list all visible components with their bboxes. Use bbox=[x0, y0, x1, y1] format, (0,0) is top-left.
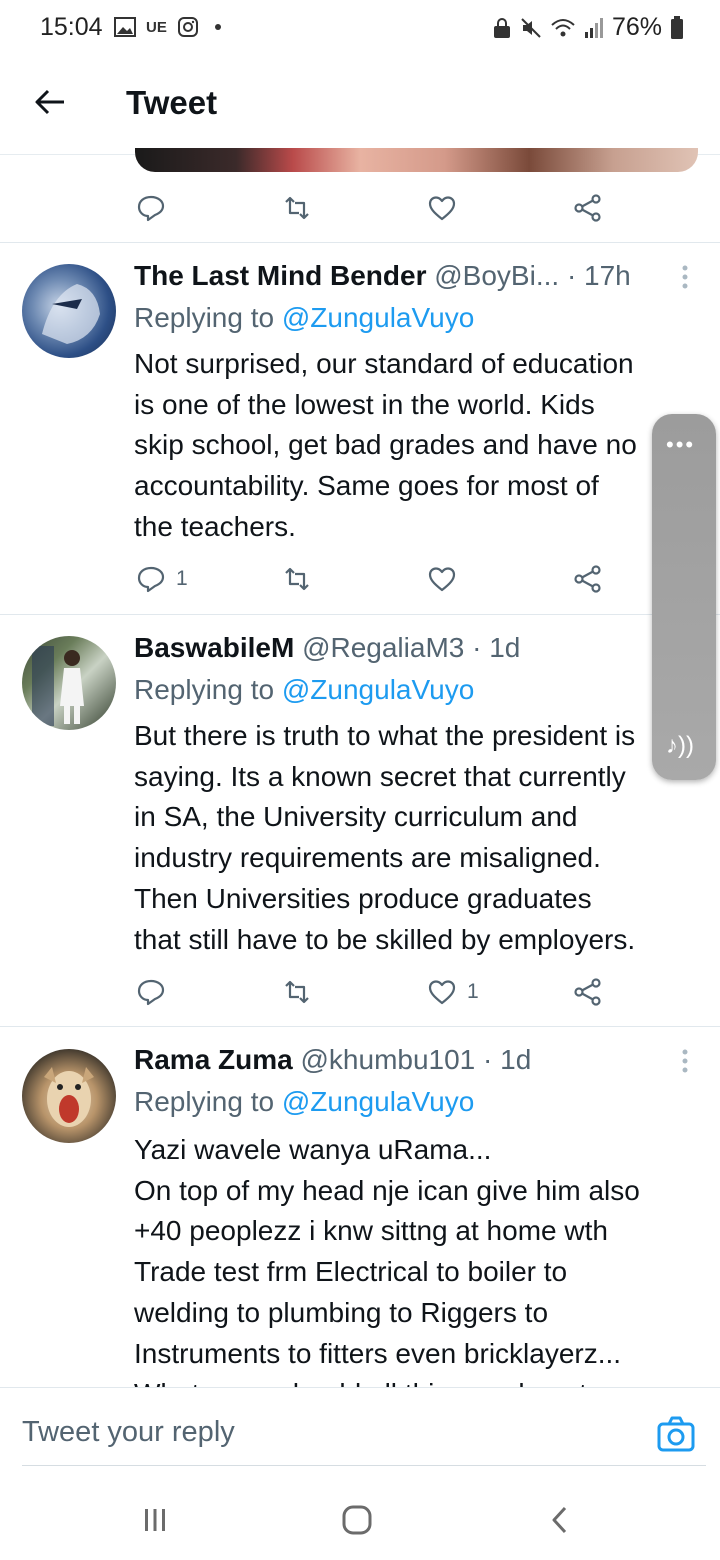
back-nav-button[interactable] bbox=[540, 1500, 580, 1540]
tweet-time: · 17h bbox=[566, 260, 631, 291]
display-name[interactable]: The Last Mind Bender bbox=[134, 260, 426, 291]
retweet-icon bbox=[285, 980, 309, 1004]
tweet-media-image[interactable] bbox=[135, 148, 698, 172]
camera-icon[interactable] bbox=[656, 1414, 696, 1454]
reply-button[interactable]: 1 bbox=[136, 564, 188, 594]
user-handle[interactable]: @khumbu101 bbox=[301, 1044, 476, 1075]
tweet-text: Not surprised, our standard of education… bbox=[134, 348, 637, 542]
like-button[interactable] bbox=[427, 564, 457, 594]
signal-icon bbox=[584, 17, 603, 38]
replying-prefix: Replying to bbox=[134, 302, 282, 333]
back-button[interactable] bbox=[28, 80, 72, 124]
tweet-text: But there is truth to what the president… bbox=[134, 720, 636, 955]
share-icon bbox=[574, 978, 601, 1006]
tweet-header: BaswabileM @RegaliaM3 · 1d bbox=[134, 632, 520, 664]
mention-link[interactable]: @ZungulaVuyo bbox=[282, 674, 474, 705]
reply-icon bbox=[137, 566, 165, 593]
image-icon bbox=[114, 17, 136, 37]
lock-icon bbox=[493, 17, 510, 38]
more-options-icon[interactable] bbox=[678, 264, 692, 290]
divider bbox=[0, 1026, 720, 1027]
retweet-button[interactable] bbox=[282, 977, 312, 1007]
heart-icon bbox=[428, 567, 456, 592]
replying-to: Replying to @ZungulaVuyo bbox=[134, 1086, 474, 1118]
more-options-icon[interactable] bbox=[678, 1048, 692, 1074]
reply-composer[interactable]: Tweet your reply bbox=[0, 1387, 720, 1480]
status-left-icons: UE bbox=[114, 16, 221, 38]
home-icon bbox=[342, 1505, 372, 1535]
divider bbox=[0, 614, 720, 615]
app-header: Tweet bbox=[0, 58, 720, 155]
status-time: 15:04 bbox=[40, 13, 103, 41]
battery-icon bbox=[671, 15, 683, 39]
recent-apps-icon bbox=[145, 1509, 165, 1531]
mention-link[interactable]: @ZungulaVuyo bbox=[282, 302, 474, 333]
reply-button[interactable] bbox=[136, 193, 166, 223]
avatar-illustration bbox=[42, 284, 100, 344]
tweet-text: Yazi wavele wanya uRama... On top of my … bbox=[134, 1134, 640, 1409]
status-bar: 15:04 UE 76% bbox=[0, 0, 720, 58]
tweet-header: The Last Mind Bender @BoyBi... · 17h bbox=[134, 260, 631, 292]
heart-icon bbox=[428, 196, 456, 221]
home-button[interactable] bbox=[337, 1500, 377, 1540]
avatar-illustration bbox=[32, 646, 84, 726]
mute-icon bbox=[521, 17, 541, 38]
mention-link[interactable]: @ZungulaVuyo bbox=[282, 1086, 474, 1117]
floating-media-panel[interactable]: ••• ♪)) bbox=[652, 414, 716, 780]
reply-input[interactable]: Tweet your reply bbox=[22, 1416, 235, 1449]
chevron-left-icon bbox=[552, 1506, 567, 1534]
user-handle[interactable]: @RegaliaM3 bbox=[302, 632, 464, 663]
replying-to: Replying to @ZungulaVuyo bbox=[134, 674, 474, 706]
share-icon bbox=[574, 194, 601, 222]
tweet-header: Rama Zuma @khumbu101 · 1d bbox=[134, 1044, 531, 1076]
replying-prefix: Replying to bbox=[134, 674, 282, 705]
tweet-time: · 1d bbox=[472, 632, 521, 663]
instagram-icon bbox=[177, 17, 198, 37]
reply-icon bbox=[137, 979, 165, 1006]
user-handle[interactable]: @BoyBi... bbox=[434, 260, 559, 291]
music-icon[interactable]: ♪)) bbox=[666, 732, 694, 760]
wifi-icon bbox=[551, 18, 575, 36]
reply-icon bbox=[137, 195, 165, 222]
share-button[interactable] bbox=[573, 977, 603, 1007]
retweet-icon bbox=[285, 196, 309, 220]
battery-percent: 76% bbox=[611, 13, 662, 41]
avatar[interactable] bbox=[22, 636, 116, 730]
like-count: 1 bbox=[467, 980, 479, 1003]
recent-apps-button[interactable] bbox=[135, 1500, 175, 1540]
replying-prefix: Replying to bbox=[134, 1086, 282, 1117]
avatar[interactable] bbox=[22, 264, 116, 358]
share-icon bbox=[574, 565, 601, 593]
carrier-label: UE bbox=[146, 18, 167, 36]
avatar[interactable] bbox=[22, 1049, 116, 1143]
like-button[interactable] bbox=[427, 193, 457, 223]
like-button[interactable]: 1 bbox=[427, 977, 479, 1007]
arrow-left-icon bbox=[35, 89, 64, 115]
retweet-icon bbox=[285, 567, 309, 591]
tweet-time: · 1d bbox=[483, 1044, 532, 1075]
reply-underline bbox=[22, 1465, 706, 1466]
page-title: Tweet bbox=[126, 84, 218, 121]
divider bbox=[0, 242, 720, 243]
reply-button[interactable] bbox=[136, 977, 166, 1007]
display-name[interactable]: Rama Zuma bbox=[134, 1044, 293, 1075]
share-button[interactable] bbox=[573, 193, 603, 223]
system-nav-bar bbox=[0, 1480, 720, 1560]
heart-icon bbox=[428, 980, 456, 1005]
more-dots-icon[interactable]: ••• bbox=[666, 434, 695, 456]
avatar-illustration bbox=[44, 1067, 94, 1127]
display-name[interactable]: BaswabileM bbox=[134, 632, 294, 663]
notification-dot bbox=[214, 24, 221, 30]
reply-count: 1 bbox=[176, 567, 188, 590]
retweet-button[interactable] bbox=[282, 564, 312, 594]
share-button[interactable] bbox=[573, 564, 603, 594]
status-right-icons: 76% bbox=[492, 13, 684, 42]
replying-to: Replying to @ZungulaVuyo bbox=[134, 302, 474, 334]
retweet-button[interactable] bbox=[282, 193, 312, 223]
